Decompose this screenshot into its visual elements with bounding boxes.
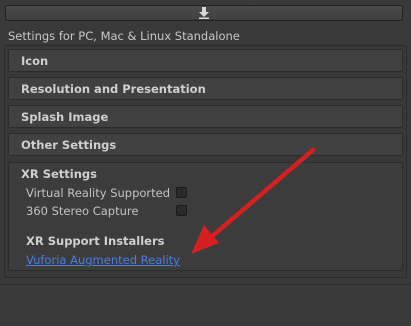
section-label: Splash Image	[21, 110, 109, 124]
divider	[0, 284, 411, 285]
stereo-capture-label: 360 Stereo Capture	[26, 204, 139, 218]
section-icon-header[interactable]: Icon	[8, 49, 403, 72]
vr-supported-checkbox[interactable]	[176, 187, 187, 198]
vr-supported-label: Virtual Reality Supported	[26, 186, 171, 200]
stereo-capture-checkbox[interactable]	[176, 205, 187, 216]
platform-settings-title: Settings for PC, Mac & Linux Standalone	[8, 29, 240, 43]
section-label: Other Settings	[21, 138, 117, 152]
xr-settings-section: XR Settings Virtual Reality Supported 36…	[8, 162, 403, 271]
section-splash-header[interactable]: Splash Image	[8, 105, 403, 128]
xr-settings-title[interactable]: XR Settings	[21, 167, 97, 181]
section-other-settings-header[interactable]: Other Settings	[8, 133, 403, 156]
vuforia-installer-link[interactable]: Vuforia Augmented Reality	[26, 253, 180, 267]
section-label: Resolution and Presentation	[21, 82, 206, 96]
section-resolution-header[interactable]: Resolution and Presentation	[8, 77, 403, 100]
download-icon	[199, 7, 209, 19]
xr-installers-title: XR Support Installers	[26, 234, 165, 248]
download-button[interactable]	[5, 5, 403, 21]
player-settings-panel: Settings for PC, Mac & Linux Standalone …	[0, 0, 411, 326]
section-label: Icon	[21, 54, 49, 68]
